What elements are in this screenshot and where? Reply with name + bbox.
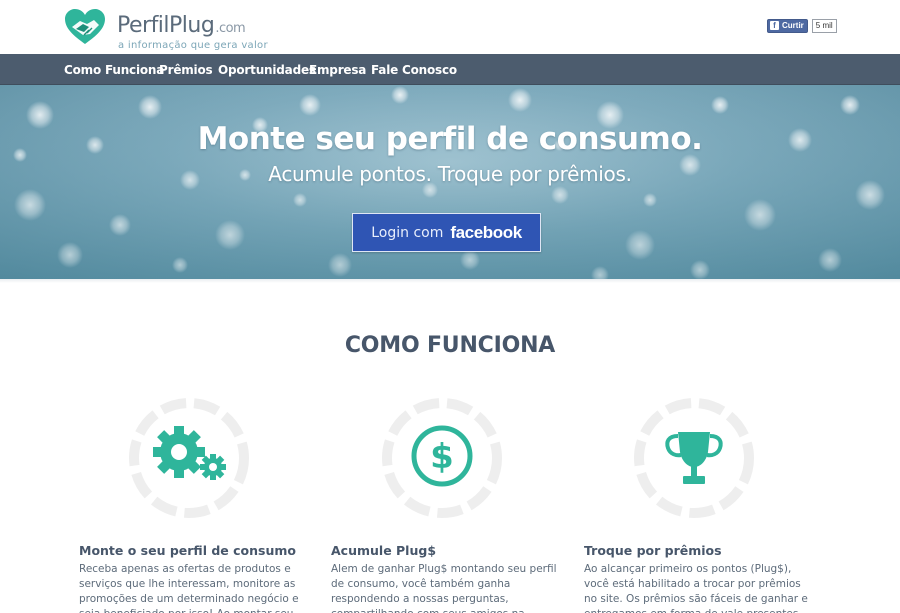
feature-text-plug: Alem de ganhar Plug$ montando seu perfil… [331,563,557,613]
facebook-like-button[interactable]: f Curtir [767,18,808,33]
site-header: PerfilPlug.com a informação que gera val… [0,0,900,54]
dollar-coin-icon: $ [382,398,502,518]
nav-item-como-funciona[interactable]: Como Funciona [64,63,164,77]
feature-text-premios: Ao alcançar primeiro os pontos (Plug$), … [584,563,808,613]
logo-tld-text: .com [215,21,246,36]
facebook-like-widget: f Curtir 5 mil [767,18,837,33]
hero-divider [0,279,900,283]
svg-text:$: $ [430,437,454,477]
nav-item-premios[interactable]: Prêmios [159,63,213,77]
facebook-like-label: Curtir [782,21,804,30]
hero-title: Monte seu perfil de consumo. [197,121,703,157]
main-nav: Como Funciona Prêmios Oportunidades Empr… [0,54,900,85]
feature-text-perfil: Receba apenas as ofertas de produtos e s… [79,563,299,613]
hero-banner: Monte seu perfil de consumo. Acumule pon… [0,85,900,279]
nav-item-fale-conosco[interactable]: Fale Conosco [371,63,457,77]
facebook-like-count: 5 mil [811,18,837,33]
login-with-facebook-button[interactable]: Login com facebook [352,213,541,252]
facebook-f-icon: f [770,21,779,30]
facebook-wordmark: facebook [450,222,522,242]
feature-title-premios: Troque por prêmios [584,543,722,558]
handshake-heart-logo-icon [65,9,105,44]
nav-item-empresa[interactable]: Empresa [309,63,366,77]
logo-tagline: a informação que gera valor [118,40,268,51]
gears-icon [129,398,249,518]
nav-item-oportunidades[interactable]: Oportunidades [218,63,316,77]
section-title-como-funciona: COMO FUNCIONA [344,333,556,358]
logo-wordmark: PerfilPlug.com [117,13,246,38]
trophy-icon [634,398,754,518]
login-button-text: Login com [371,224,444,241]
hero-subtitle: Acumule pontos. Troque por prêmios. [268,162,632,186]
feature-title-perfil: Monte o seu perfil de consumo [79,543,296,558]
logo-name-text: PerfilPlug [117,13,215,38]
feature-title-plug: Acumule Plug$ [331,543,437,558]
